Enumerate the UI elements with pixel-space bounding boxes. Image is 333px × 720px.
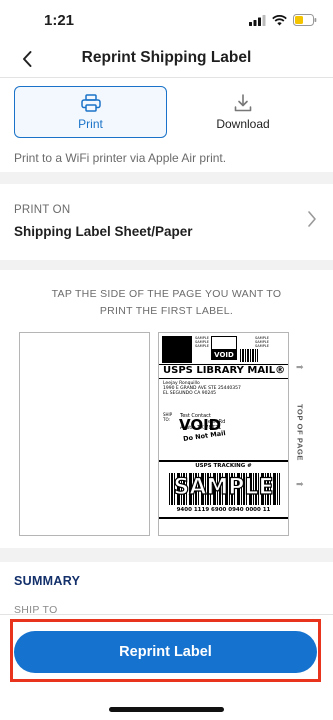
arrow-right-icon: ➡	[296, 479, 304, 489]
wifi-icon	[272, 13, 287, 31]
section-divider	[0, 548, 333, 562]
barcode-box	[211, 336, 237, 350]
print-on-selector[interactable]: PRINT ON Shipping Label Sheet/Paper	[0, 184, 333, 260]
print-on-value: Shipping Label Sheet/Paper	[14, 224, 193, 239]
summary-section: SUMMARY SHIP TO	[0, 562, 333, 620]
section-divider	[0, 172, 333, 184]
service-name: USPS LIBRARY MAIL®	[163, 365, 286, 376]
navigation-bar: Reprint Shipping Label	[0, 40, 333, 78]
tracking-number: 9400 1119 6900 0940 0000 11	[176, 507, 271, 513]
right-label-slot[interactable]: SAMPLE SAMPLE SAMPLE SAMPLE SAMPLE SAMPLE VO…	[158, 332, 289, 536]
download-icon	[234, 93, 252, 111]
reprint-label-button[interactable]: Reprint Label	[14, 631, 317, 673]
label-position-preview: TAP THE SIDE OF THE PAGE YOU WANT TO PRI…	[0, 270, 333, 548]
download-option-button[interactable]: Download	[167, 86, 319, 138]
print-option-label: Print	[78, 116, 103, 131]
mini-barcode	[240, 349, 258, 362]
download-option-label: Download	[216, 116, 270, 131]
status-icons	[249, 13, 317, 31]
sample-watermark: SAMPLE	[173, 474, 274, 500]
sender-address: Leejay Ronquillo 1990 E GRAND AVE STE 25…	[163, 381, 241, 396]
battery-icon	[293, 13, 317, 31]
left-label-slot[interactable]	[19, 332, 150, 536]
print-option-button[interactable]: Print	[14, 86, 167, 138]
page-title: Reprint Shipping Label	[81, 49, 252, 66]
section-divider	[0, 260, 333, 270]
summary-title: SUMMARY	[14, 574, 81, 588]
sample-small-text-right: SAMPLE SAMPLE SAMPLE	[255, 336, 269, 348]
instruction-line-2: PRINT THE FIRST LABEL.	[99, 305, 234, 317]
arrow-right-icon: ➡	[296, 362, 304, 372]
signal-icon	[249, 13, 266, 31]
sample-small-text: SAMPLE SAMPLE SAMPLE	[195, 336, 209, 348]
void-tag: VOID	[211, 350, 237, 360]
instruction-line-1: TAP THE SIDE OF THE PAGE YOU WANT TO	[51, 288, 282, 300]
tracking-title: USPS TRACKING #	[195, 463, 252, 469]
printer-icon	[80, 93, 101, 112]
print-on-caption: PRINT ON	[14, 204, 71, 216]
home-indicator	[109, 707, 224, 712]
top-of-page-marker: TOP OF PAGE	[295, 404, 305, 462]
bottom-action-bar: Reprint Label	[0, 614, 333, 720]
print-description: Print to a WiFi printer via Apple Air pr…	[14, 151, 227, 165]
chevron-right-icon	[307, 210, 317, 233]
postage-block	[162, 336, 192, 363]
status-time: 1:21	[44, 12, 75, 29]
status-bar: 1:21	[0, 0, 333, 40]
output-options: Print Download	[14, 86, 319, 138]
ship-to-tag: SHIP TO:	[163, 412, 173, 422]
preview-instruction: TAP THE SIDE OF THE PAGE YOU WANT TO PRI…	[0, 286, 333, 320]
